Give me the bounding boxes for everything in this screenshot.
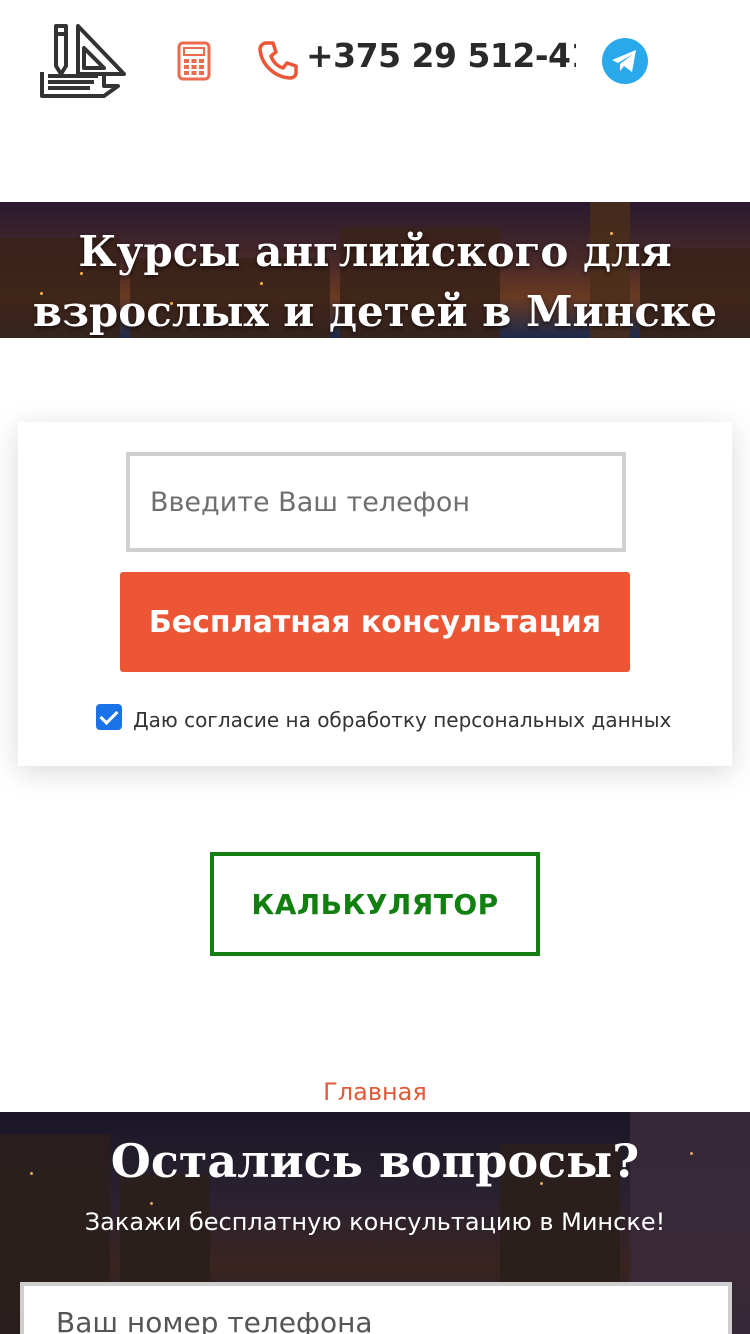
consent-checkbox[interactable]: [96, 704, 122, 730]
questions-phone-input[interactable]: [20, 1282, 732, 1334]
site-header: +375 29 512-41-: [0, 0, 750, 130]
free-consultation-button[interactable]: Бесплатная консультация: [120, 572, 630, 672]
questions-section: Остались вопросы? Закажи бесплатную конс…: [0, 1112, 750, 1334]
hero-title: Курсы английского для взрослых и детей в…: [32, 227, 718, 336]
consultation-form: Бесплатная консультация Даю согласие на …: [18, 422, 732, 766]
header-phone-link[interactable]: +375 29 512-41-: [306, 36, 576, 75]
calculator-icon[interactable]: [177, 41, 211, 81]
telegram-icon[interactable]: [602, 38, 648, 84]
drafting-tools-icon[interactable]: [38, 20, 126, 102]
hero-banner: Курсы английского для взрослых и детей в…: [0, 202, 750, 338]
calculator-button[interactable]: КАЛЬКУЛЯТОР: [210, 852, 540, 956]
breadcrumb-home-link[interactable]: Главная: [0, 1078, 750, 1106]
phone-input[interactable]: [126, 452, 626, 552]
phone-icon[interactable]: [258, 40, 298, 80]
questions-title: Остались вопросы?: [110, 1134, 640, 1188]
consent-label: Даю согласие на обработку персональных д…: [133, 708, 672, 732]
consent-row: Даю согласие на обработку персональных д…: [96, 704, 716, 734]
questions-subtitle: Закажи бесплатную консультацию в Минске!: [84, 1208, 666, 1236]
